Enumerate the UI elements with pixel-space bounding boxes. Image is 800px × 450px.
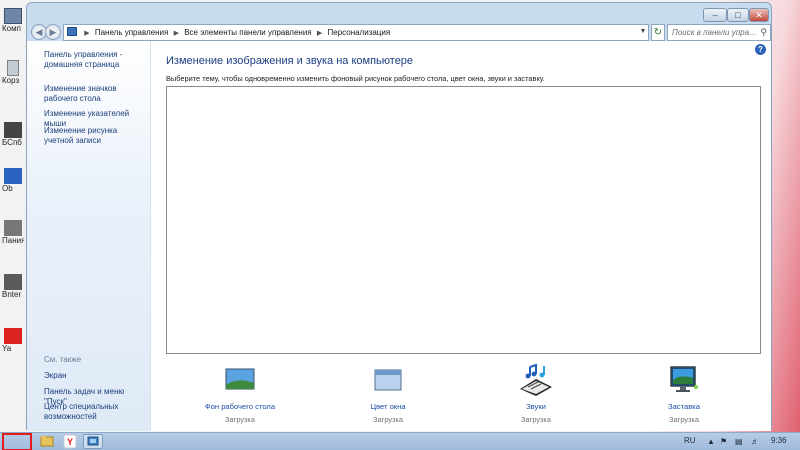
explorer-icon (40, 436, 54, 447)
control-panel-icon (67, 27, 77, 36)
desktop-icon-label: Ya (2, 344, 12, 353)
desktop-icon-recycle-bin[interactable]: Корз (2, 60, 24, 85)
app-icon (4, 328, 22, 344)
sidebar-link-desktop-icons[interactable]: Изменение значков рабочего стола (44, 84, 148, 104)
desktop-icon-app[interactable]: Ob (2, 168, 24, 193)
title-bar[interactable]: – □ ✕ (27, 3, 771, 23)
search-placeholder: Поиск в панели упра... (672, 28, 756, 37)
app-icon (4, 122, 22, 138)
content-area: Панель управления - домашняя страница Из… (27, 41, 771, 431)
tile-sounds[interactable]: Звуки Загрузка (491, 363, 581, 424)
desktop-icon-app[interactable]: Bnter (2, 274, 24, 299)
search-input[interactable]: Поиск в панели упра... ⚲ (667, 24, 771, 41)
theme-list[interactable] (166, 86, 761, 354)
desktop-icon-computer[interactable]: Комп (2, 8, 24, 33)
close-button[interactable]: ✕ (749, 8, 769, 22)
sounds-icon (518, 363, 554, 397)
arrow-right-icon: ▶ (49, 27, 57, 37)
page-title: Изменение изображения и звука на компьют… (166, 55, 414, 67)
taskbar-explorer[interactable] (37, 434, 57, 449)
desktop-icon-label: Пания (2, 236, 24, 245)
desktop-icon-label: Bnter (2, 290, 22, 299)
recycle-bin-icon (7, 60, 19, 76)
navigation-bar: ◀ ▶ ▶ Панель управления ▶ Все элементы п… (27, 22, 771, 42)
action-center-flag-icon[interactable]: ⚑ (720, 437, 727, 446)
forward-button[interactable]: ▶ (45, 24, 61, 40)
page-description: Выберите тему, чтобы одновременно измени… (166, 74, 545, 83)
tile-screensaver[interactable]: Заставка Загрузка (639, 363, 729, 424)
desktop-icon-app[interactable]: БСпб (2, 122, 24, 147)
arrow-left-icon: ◀ (35, 27, 43, 37)
sidebar-link-ease-of-access[interactable]: Центр специальных возможностей (44, 402, 148, 422)
tile-label[interactable]: Фон рабочего стола (195, 402, 285, 411)
app-icon (4, 168, 22, 184)
see-also-header: См. также (44, 355, 82, 364)
network-icon[interactable]: ▤ (735, 437, 743, 446)
desktop-icon-label: Комп (2, 24, 21, 33)
clock[interactable]: 9:36 (771, 436, 787, 445)
main-panel: Изменение изображения и звука на компьют… (151, 41, 771, 431)
desktop-icon-label: Ob (2, 184, 13, 193)
breadcrumb-separator-icon[interactable]: ▶ (317, 30, 322, 37)
sidebar: Панель управления - домашняя страница Из… (27, 41, 151, 431)
refresh-button[interactable]: ↻ (651, 24, 665, 41)
taskbar-control-panel[interactable] (83, 434, 103, 449)
app-icon (4, 274, 22, 290)
sidebar-link-display[interactable]: Экран (44, 371, 148, 381)
tray-overflow-icon[interactable]: ▲ (707, 437, 715, 446)
tile-status: Загрузка (373, 415, 403, 424)
tile-desktop-background[interactable]: Фон рабочего стола Загрузка (195, 363, 285, 424)
address-bar[interactable]: ▶ Панель управления ▶ Все элементы панел… (63, 24, 649, 41)
address-dropdown-button[interactable]: ▼ (637, 24, 649, 41)
desktop-icon-label: Корз (2, 76, 20, 85)
breadcrumb-separator-icon[interactable]: ▶ (174, 30, 179, 37)
desktop-icon-app[interactable]: Пания (2, 220, 24, 245)
tile-status: Загрузка (225, 415, 255, 424)
language-indicator[interactable]: RU (684, 436, 696, 445)
personalization-window: – □ ✕ ◀ ▶ ▶ Панель управления ▶ Все элем… (26, 2, 772, 431)
app-icon (4, 220, 22, 236)
tile-label[interactable]: Цвет окна (343, 402, 433, 411)
volume-icon[interactable]: ♬ (751, 437, 759, 446)
breadcrumb-all-items[interactable]: Все элементы панели управления (184, 28, 311, 37)
tile-status: Загрузка (521, 415, 551, 424)
yandex-browser-icon: Y (63, 434, 77, 449)
computer-icon (4, 8, 22, 24)
search-icon[interactable]: ⚲ (760, 25, 767, 40)
taskbar-yandex-browser[interactable]: Y (60, 434, 80, 449)
desktop-icon-label: БСпб (2, 138, 22, 147)
tile-label[interactable]: Звуки (491, 402, 581, 411)
refresh-icon: ↻ (653, 27, 663, 38)
tile-window-color[interactable]: Цвет окна Загрузка (343, 363, 433, 424)
sidebar-link-account-picture[interactable]: Изменение рисунка учетной записи (44, 126, 148, 146)
svg-text:Y: Y (67, 437, 73, 447)
minimize-button[interactable]: – (703, 8, 727, 22)
tile-label[interactable]: Заставка (639, 402, 729, 411)
window-color-icon (370, 363, 406, 397)
screensaver-icon (666, 363, 702, 397)
close-icon: ✕ (755, 10, 763, 20)
control-panel-icon (87, 436, 99, 446)
start-button[interactable] (2, 433, 32, 450)
breadcrumb-control-panel[interactable]: Панель управления (95, 28, 169, 37)
desktop-icon-app[interactable]: Ya (2, 328, 24, 353)
tile-status: Загрузка (669, 415, 699, 424)
chevron-down-icon: ▼ (639, 28, 647, 35)
taskbar: Y RU ▲ ⚑ ▤ ♬ 9:36 (0, 432, 800, 450)
sidebar-link-home[interactable]: Панель управления - домашняя страница (44, 50, 148, 70)
maximize-button[interactable]: □ (727, 8, 749, 22)
breadcrumb-personalization[interactable]: Персонализация (328, 28, 391, 37)
breadcrumb-separator-icon: ▶ (84, 30, 90, 37)
desktop-background-icon (222, 363, 258, 397)
